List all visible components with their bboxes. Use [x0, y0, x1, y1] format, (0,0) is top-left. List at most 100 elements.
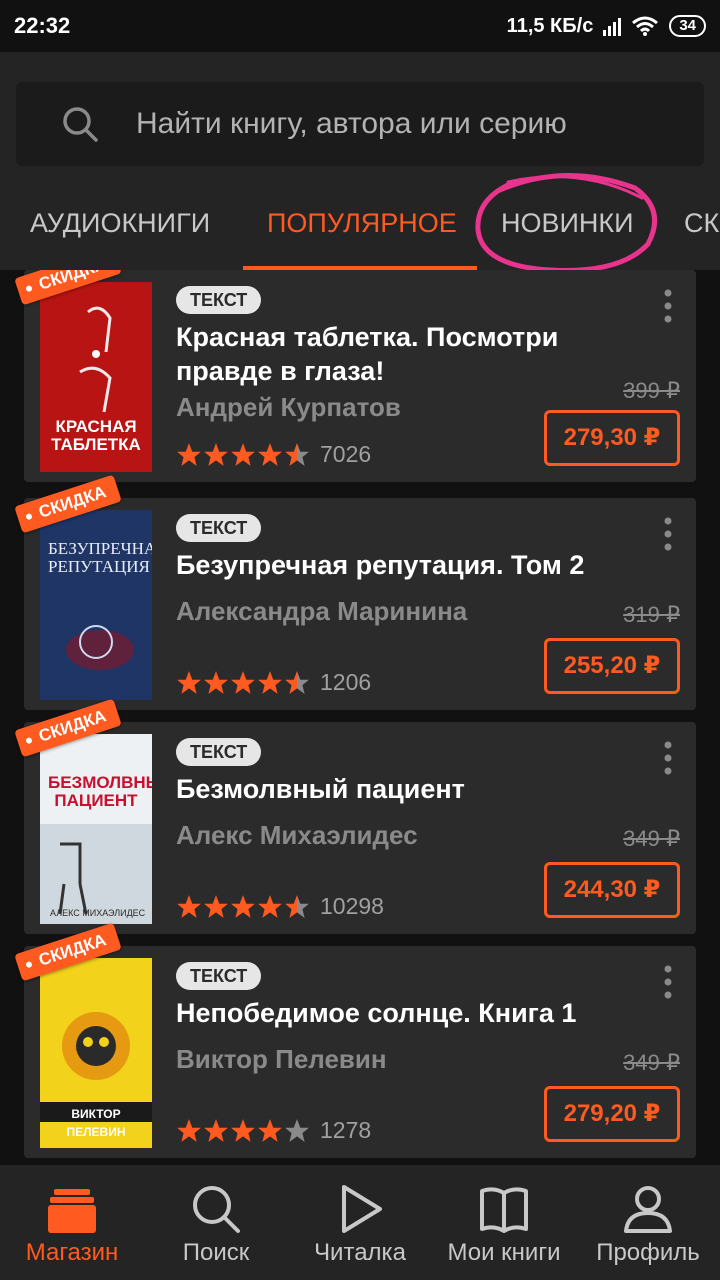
star-icon [177, 670, 201, 694]
network-speed: 11,5 КБ/с [506, 14, 594, 37]
buy-price-button[interactable]: 244,30 ₽ [544, 862, 680, 918]
star-icon [231, 894, 255, 918]
tab-more[interactable]: СК [684, 192, 719, 270]
star-icon [204, 670, 228, 694]
rating: 7026 [176, 441, 371, 468]
buy-price-button[interactable]: 279,20 ₽ [544, 1086, 680, 1142]
tab-audiobooks[interactable]: АУДИОКНИГИ [30, 192, 210, 270]
star-icon [177, 894, 201, 918]
rating: 1206 [176, 669, 371, 696]
status-bar: 22:32 11,5 КБ/с 34 [0, 0, 720, 52]
profile-icon [624, 1186, 672, 1233]
book-title[interactable]: Красная таблетка. Посмотри правде в глаз… [176, 320, 616, 388]
book-author[interactable]: Александра Маринина [176, 596, 467, 627]
book-card[interactable]: АЛЕКС МИХАЭЛИДЕС БЕЗМОЛВНЫЙ ПАЦИЕНТ СКИД… [14, 698, 696, 934]
nav-search[interactable]: Поиск [144, 1165, 288, 1280]
star-icon [204, 442, 228, 466]
header: Найти книгу, автора или серию АУДИОКНИГИ… [0, 52, 720, 273]
cover-title: КРАСНАЯ ТАБЛЕТКА [51, 417, 141, 454]
rating-count: 7026 [320, 441, 372, 467]
nav-store[interactable]: Магазин [0, 1165, 144, 1280]
star-icon [285, 442, 309, 466]
nav-label: Профиль [596, 1239, 700, 1266]
star-rating [176, 1118, 310, 1144]
nav-label: Магазин [25, 1239, 119, 1266]
star-icon [258, 670, 282, 694]
buy-price-button[interactable]: 279,30 ₽ [544, 410, 680, 466]
search-bar[interactable]: Найти книгу, автора или серию [16, 82, 704, 166]
book-icon [480, 1187, 528, 1233]
nav-my-books[interactable]: Мои книги [432, 1165, 576, 1280]
tab-popular[interactable]: ПОПУЛЯРНОЕ [267, 192, 457, 270]
star-icon [258, 1118, 282, 1142]
star-icon [231, 670, 255, 694]
nav-label: Поиск [182, 1239, 250, 1266]
wifi-icon [632, 16, 659, 36]
nav-label: Мои книги [447, 1239, 561, 1266]
cover-title: БЕЗМОЛВНЫЙ ПАЦИЕНТ [48, 773, 152, 810]
more-options-icon[interactable] [658, 516, 678, 552]
star-icon [231, 442, 255, 466]
format-chip: ТЕКСТ [176, 286, 262, 314]
nav-profile[interactable]: Профиль [576, 1165, 720, 1280]
book-cover[interactable]: КРАСНАЯ ТАБЛЕТКА [40, 282, 152, 472]
old-price: 349 ₽ [623, 1050, 680, 1075]
book-card[interactable]: КРАСНАЯ ТАБЛЕТКА СКИДКА ТЕКСТ Красная та… [14, 270, 696, 482]
more-options-icon[interactable] [658, 740, 678, 776]
book-card[interactable]: БЕЗУПРЕЧНАЯ РЕПУТАЦИЯ СКИДКА ТЕКСТ Безуп… [14, 474, 696, 710]
rating-count: 10298 [320, 893, 384, 919]
signal-icon [603, 16, 622, 36]
format-chip: ТЕКСТ [176, 738, 262, 766]
star-icon [204, 894, 228, 918]
book-card[interactable]: ВИКТОР ПЕЛЕВИН СКИДКА ТЕКСТ Непобедимое … [14, 922, 696, 1158]
status-time: 22:32 [14, 13, 71, 38]
old-price: 319 ₽ [623, 602, 680, 627]
store-icon [48, 1189, 96, 1233]
book-author[interactable]: Андрей Курпатов [176, 392, 401, 423]
book-title[interactable]: Безупречная репутация. Том 2 [176, 548, 616, 582]
nav-label: Читалка [314, 1239, 406, 1266]
star-rating [176, 894, 310, 920]
book-title[interactable]: Непобедимое солнце. Книга 1 [176, 996, 616, 1030]
nav-reader[interactable]: Читалка [288, 1165, 432, 1280]
star-icon [258, 894, 282, 918]
book-list: КРАСНАЯ ТАБЛЕТКА СКИДКА ТЕКСТ Красная та… [0, 270, 720, 1165]
highlight-circle-annotation [475, 173, 658, 273]
play-icon [342, 1185, 382, 1233]
more-options-icon[interactable] [658, 288, 678, 324]
rating-count: 1278 [320, 1117, 372, 1143]
buy-price-button[interactable]: 255,20 ₽ [544, 638, 680, 694]
old-price: 349 ₽ [623, 826, 680, 851]
rating: 10298 [176, 893, 384, 920]
chair-illustration: АЛЕКС МИХАЭЛИДЕС [40, 824, 152, 924]
search-icon [193, 1186, 240, 1233]
star-icon [231, 1118, 255, 1142]
svg-text:АЛЕКС МИХАЭЛИДЕС: АЛЕКС МИХАЭЛИДЕС [50, 908, 146, 918]
format-chip: ТЕКСТ [176, 514, 262, 542]
battery-icon: 34 [669, 15, 706, 37]
search-input[interactable]: Найти книгу, автора или серию [136, 107, 567, 141]
cover-title: БЕЗУПРЕЧНАЯ РЕПУТАЦИЯ [48, 539, 152, 576]
star-rating [176, 442, 310, 468]
star-icon [177, 442, 201, 466]
bottom-navigation: Магазин Поиск Читалка Мои книги Профиль [0, 1165, 720, 1280]
star-icon [285, 670, 309, 694]
old-price: 399 ₽ [623, 378, 680, 403]
rating: 1278 [176, 1117, 371, 1144]
format-chip: ТЕКСТ [176, 962, 262, 990]
book-author[interactable]: Виктор Пелевин [176, 1044, 387, 1075]
rating-count: 1206 [320, 669, 372, 695]
star-rating [176, 670, 310, 696]
more-options-icon[interactable] [658, 964, 678, 1000]
book-author[interactable]: Алекс Михаэлидес [176, 820, 418, 851]
star-icon [177, 1118, 201, 1142]
cover-title: ВИКТОР ПЕЛЕВИН [66, 1107, 126, 1139]
star-icon [258, 442, 282, 466]
star-icon [204, 1118, 228, 1142]
status-indicators: 11,5 КБ/с 34 [507, 15, 706, 38]
book-cover[interactable]: АЛЕКС МИХАЭЛИДЕС БЕЗМОЛВНЫЙ ПАЦИЕНТ [40, 734, 152, 924]
star-icon [285, 894, 309, 918]
book-title[interactable]: Безмолвный пациент [176, 772, 616, 806]
book-cover[interactable]: БЕЗУПРЕЧНАЯ РЕПУТАЦИЯ [40, 510, 152, 700]
book-cover[interactable]: ВИКТОР ПЕЛЕВИН [40, 958, 152, 1148]
